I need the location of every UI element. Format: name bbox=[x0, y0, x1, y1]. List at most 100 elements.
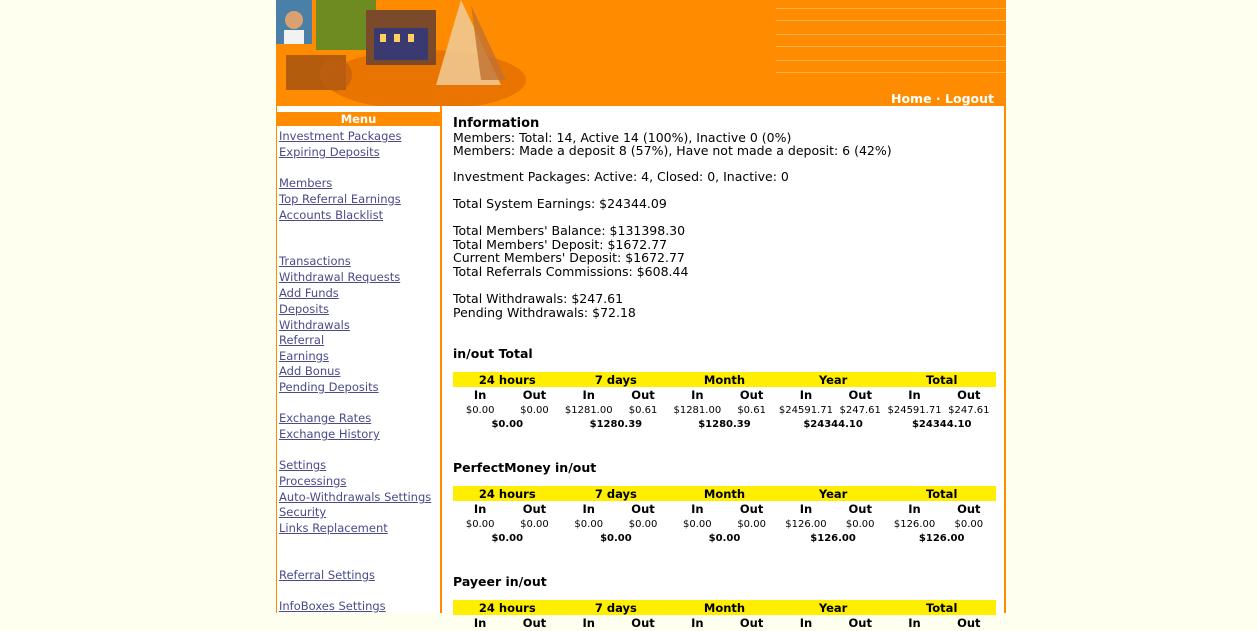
out-header: Out bbox=[739, 502, 764, 516]
sidebar-item-referral-settings[interactable]: Referral Settings bbox=[279, 568, 375, 582]
section-title: PerfectMoney in/out bbox=[453, 460, 597, 475]
period-total: $0.00 bbox=[491, 532, 524, 544]
members-deposit-text: Members: Made a deposit 8 (57%), Have no… bbox=[453, 143, 892, 158]
period-header: Year bbox=[778, 372, 888, 387]
period-total: $126.00 bbox=[918, 532, 965, 544]
out-value: $247.61 bbox=[839, 404, 881, 416]
logout-link[interactable]: Logout bbox=[945, 91, 994, 106]
in-header: In bbox=[582, 388, 595, 402]
in-header: In bbox=[473, 502, 487, 516]
period-header: Total bbox=[887, 486, 996, 501]
out-value: $0.00 bbox=[845, 518, 875, 530]
sidebar-item-deposits[interactable]: Deposits bbox=[279, 302, 329, 316]
sidebar-item-top-referral-earnings[interactable]: Top Referral Earnings bbox=[279, 192, 401, 206]
period-header: Month bbox=[670, 486, 779, 501]
in-header: In bbox=[908, 616, 921, 630]
out-header: Out bbox=[957, 388, 981, 402]
period-header: 24 hours bbox=[453, 372, 562, 387]
sidebar-item-members[interactable]: Members bbox=[279, 176, 332, 190]
inout-table: 24 hours 7 days Month Year Total In Out In Out In… bbox=[453, 486, 996, 545]
packages-text: Investment Packages: Active: 4, Closed: … bbox=[453, 169, 789, 184]
sidebar-item-security[interactable]: Security bbox=[279, 505, 326, 519]
out-value: $0.00 bbox=[520, 404, 549, 416]
sidebar-item-earnings[interactable]: Earnings bbox=[279, 349, 329, 363]
out-header: Out bbox=[522, 616, 547, 630]
in-header: In bbox=[799, 616, 813, 630]
sidebar-item-exchange-rates[interactable]: Exchange Rates bbox=[279, 411, 371, 425]
period-header: Total bbox=[887, 372, 996, 387]
period-header: 7 days bbox=[561, 372, 671, 387]
in-value: $126.00 bbox=[785, 518, 827, 530]
out-header: Out bbox=[848, 388, 872, 402]
section-title: Payeer in/out bbox=[453, 574, 547, 589]
in-value: $24591.71 bbox=[778, 404, 833, 416]
sidebar-menu: Menu Investment Packages Expiring Deposit… bbox=[276, 106, 442, 613]
balance-block: Total Members' Balance: $131398.30 Total… bbox=[453, 224, 688, 278]
out-header: Out bbox=[739, 616, 764, 630]
sidebar-item-pending-deposits[interactable]: Pending Deposits bbox=[279, 380, 379, 394]
period-header: 24 hours bbox=[453, 486, 562, 501]
in-value: $0.00 bbox=[574, 518, 604, 530]
sidebar-item-exchange-history[interactable]: Exchange History bbox=[279, 427, 380, 441]
in-value: $0.00 bbox=[683, 518, 712, 530]
out-header: Out bbox=[848, 502, 872, 516]
period-total: $0.00 bbox=[491, 418, 524, 430]
inout-table: 24 hours 7 days Month Year Total In Out In Out In… bbox=[453, 372, 996, 431]
out-header: Out bbox=[631, 616, 655, 630]
sidebar-item-transactions[interactable]: Transactions bbox=[279, 254, 351, 268]
sidebar-item-withdrawals[interactable]: Withdrawals bbox=[279, 318, 350, 332]
main-content: Information Members: Total: 14, Active 1… bbox=[442, 106, 1006, 630]
out-header: Out bbox=[739, 388, 764, 402]
inout-table: 24 hours 7 days Month Year Total In Out In Out In… bbox=[453, 600, 996, 631]
sidebar-item-add-bonus[interactable]: Add Bonus bbox=[279, 364, 340, 378]
sidebar-item-expiring-deposits[interactable]: Expiring Deposits bbox=[279, 145, 380, 159]
sidebar-item-settings[interactable]: Settings bbox=[279, 458, 326, 472]
nav-separator: · bbox=[935, 91, 941, 106]
out-value: $247.61 bbox=[948, 404, 990, 416]
home-link[interactable]: Home bbox=[891, 91, 932, 106]
in-value: $24591.71 bbox=[887, 404, 942, 416]
referral-commissions-text: Total Referrals Commissions: $608.44 bbox=[453, 263, 689, 279]
out-header: Out bbox=[522, 502, 547, 516]
out-header: Out bbox=[522, 388, 547, 402]
system-earnings-text: Total System Earnings: $24344.09 bbox=[453, 196, 667, 211]
top-nav: Home · Logout bbox=[891, 91, 994, 106]
in-value: $126.00 bbox=[893, 518, 936, 530]
out-value: $0.61 bbox=[737, 404, 766, 416]
period-total: $126.00 bbox=[810, 532, 856, 544]
sidebar-item-auto-withdrawals-settings[interactable]: Auto-Withdrawals Settings bbox=[279, 490, 431, 504]
sidebar-item-links-replacement[interactable]: Links Replacement bbox=[279, 521, 388, 535]
in-header: In bbox=[799, 502, 813, 516]
sidebar-item-accounts-blacklist[interactable]: Accounts Blacklist bbox=[279, 208, 383, 222]
header-artwork-image bbox=[276, 0, 526, 106]
in-header: In bbox=[799, 388, 813, 402]
pending-withdrawals-text: Pending Withdrawals: $72.18 bbox=[453, 304, 636, 320]
in-header: In bbox=[908, 502, 921, 516]
sidebar-item-withdrawal-requests[interactable]: Withdrawal Requests bbox=[279, 270, 400, 284]
in-header: In bbox=[691, 502, 704, 516]
period-total: $0.00 bbox=[708, 532, 741, 544]
menu-title: Menu bbox=[277, 112, 440, 126]
out-header: Out bbox=[848, 616, 872, 630]
in-header: In bbox=[691, 388, 704, 402]
period-total: $24344.10 bbox=[803, 418, 863, 430]
in-header: In bbox=[908, 388, 921, 402]
period-total: $24344.10 bbox=[911, 418, 972, 430]
in-header: In bbox=[691, 616, 704, 630]
period-header: Month bbox=[670, 372, 779, 387]
period-total: $1280.39 bbox=[589, 418, 643, 430]
in-header: In bbox=[582, 616, 595, 630]
sidebar-item-referral[interactable]: Referral bbox=[279, 333, 324, 347]
sidebar-item-processings[interactable]: Processings bbox=[279, 474, 346, 488]
sidebar-item-infoboxes-settings[interactable]: InfoBoxes Settings bbox=[279, 599, 386, 613]
info-block: Information Members: Total: 14, Active 1… bbox=[453, 116, 892, 158]
in-value: $0.00 bbox=[465, 518, 495, 530]
out-header: Out bbox=[631, 388, 655, 402]
out-header: Out bbox=[957, 616, 981, 630]
period-header: Year bbox=[778, 486, 888, 501]
sidebar-item-add-funds[interactable]: Add Funds bbox=[279, 286, 339, 300]
sidebar-item-investment-packages[interactable]: Investment Packages bbox=[279, 129, 401, 143]
period-total: $0.00 bbox=[600, 532, 632, 544]
out-value: $0.00 bbox=[737, 518, 766, 530]
in-value: $1281.00 bbox=[564, 404, 613, 416]
